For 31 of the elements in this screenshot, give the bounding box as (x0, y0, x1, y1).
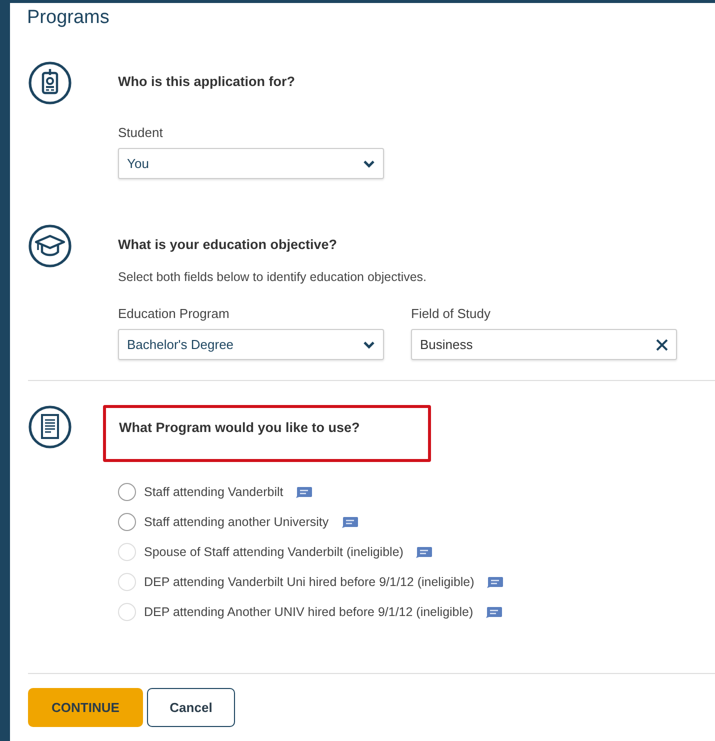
cancel-button[interactable]: Cancel (147, 688, 235, 727)
dropdown-field[interactable]: Bachelor's Degree (118, 329, 384, 360)
radio-button[interactable] (118, 513, 136, 531)
option-label: Staff attending Vanderbilt (144, 485, 284, 499)
section-question: What is your education objective? (118, 237, 338, 253)
close-icon[interactable] (656, 338, 668, 350)
chevron-down-icon (363, 340, 375, 348)
continue-button[interactable]: CONTINUE (28, 688, 143, 727)
option-label: DEP attending Vanderbilt Uni hired before 9/1/12 (ineligible) (144, 575, 474, 589)
chevron-down-icon (363, 160, 375, 168)
id-badge-icon (28, 61, 72, 105)
section-hint: Select both fields below to identify education objectives. (118, 269, 428, 285)
radio-button[interactable] (118, 483, 136, 501)
option-label: Staff attending another University (144, 515, 329, 529)
comment-icon[interactable] (486, 576, 504, 588)
option-label: DEP attending Another UNIV hired before 9/1/12 (ineligible) (144, 605, 474, 619)
section-question: Who is this application for? (118, 74, 296, 90)
comment-icon[interactable] (340, 516, 359, 528)
field-label: Education Program (118, 306, 230, 322)
option-label: Spouse of Staff attending Vanderbilt (ineligible) (144, 545, 404, 559)
dropdown-field[interactable]: You (118, 148, 384, 179)
field-label: Field of Study (411, 306, 492, 322)
graduation-cap-icon (28, 224, 72, 268)
comment-icon[interactable] (415, 546, 434, 558)
document-icon (28, 405, 72, 449)
comment-icon[interactable] (295, 486, 314, 498)
field-label: Student (118, 125, 164, 141)
text-field[interactable]: Business (411, 329, 677, 360)
comment-icon[interactable] (485, 606, 504, 618)
page-title: Programs (27, 6, 110, 30)
section-question: What Program would you like to use? (119, 420, 361, 436)
